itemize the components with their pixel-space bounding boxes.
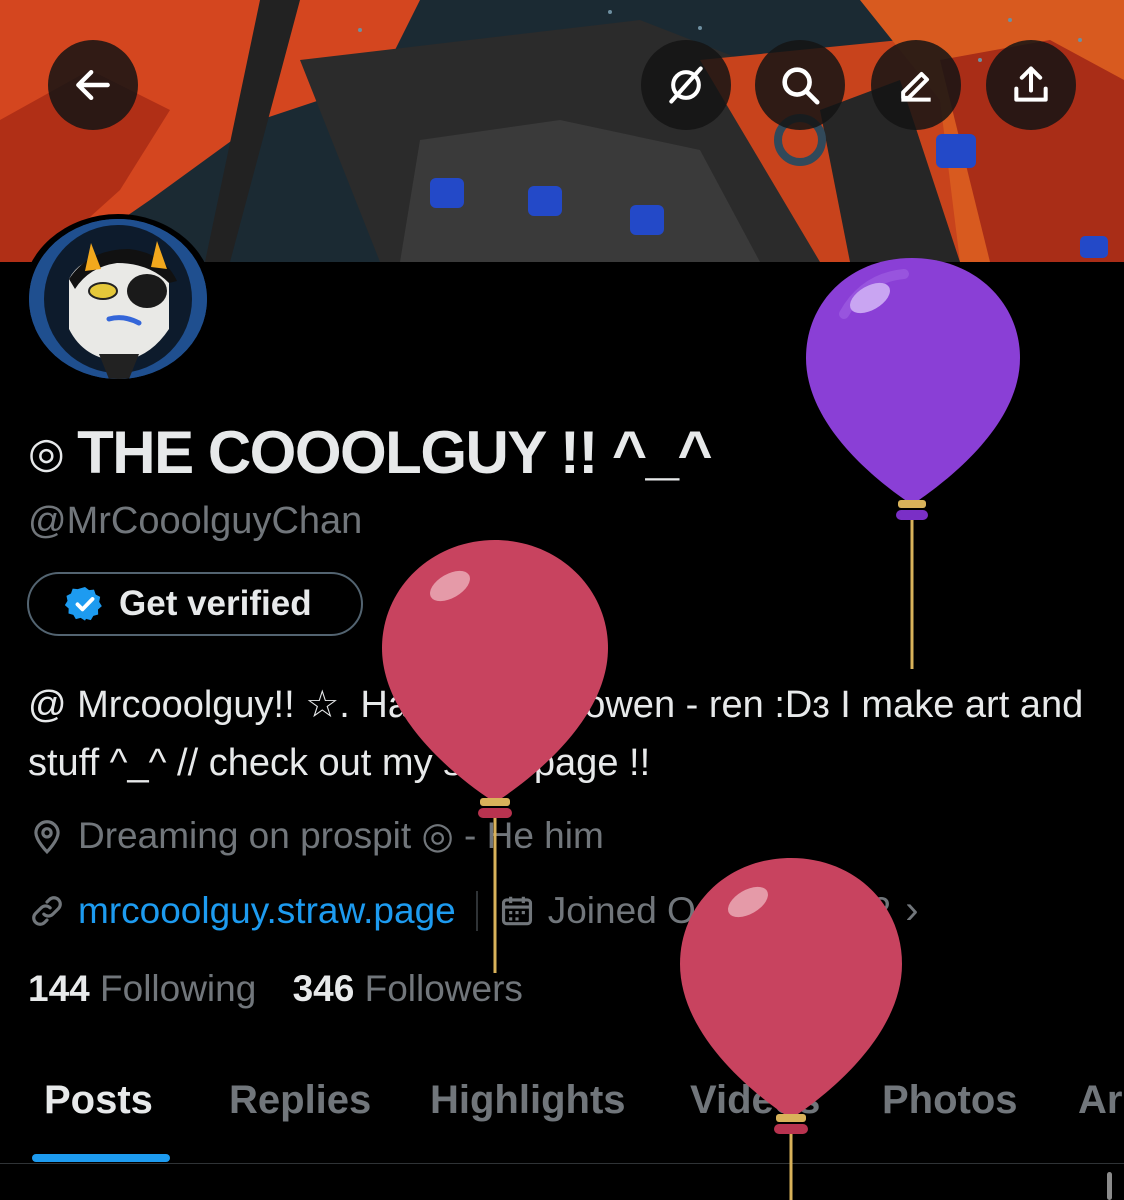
chevron-right-icon[interactable]: › bbox=[905, 888, 918, 933]
calendar-icon bbox=[498, 892, 536, 930]
tabs-divider bbox=[0, 1163, 1124, 1164]
share-icon bbox=[1014, 66, 1048, 102]
active-tab-indicator bbox=[32, 1154, 170, 1162]
follow-stats: 144 Following 346 Followers bbox=[28, 968, 523, 1010]
tab-photos[interactable]: Photos bbox=[882, 1078, 1018, 1123]
spiral-emoji: ◎ bbox=[28, 429, 65, 476]
following-count: 144 bbox=[28, 968, 90, 1009]
following-link[interactable]: 144 Following bbox=[28, 968, 256, 1009]
profile-tabs: Posts Replies Highlights Videos Photos A… bbox=[0, 1060, 1124, 1164]
edit-icon bbox=[901, 71, 931, 102]
followers-label: Followers bbox=[364, 968, 523, 1009]
display-name: ◎ THE COOOLGUY !! ^_^ bbox=[28, 418, 712, 487]
tab-replies[interactable]: Replies bbox=[229, 1078, 371, 1123]
profile-banner[interactable] bbox=[0, 0, 1124, 262]
following-label: Following bbox=[100, 968, 257, 1009]
back-arrow-icon bbox=[76, 69, 110, 101]
link-joined-row: mrcooolguy.straw.page Joined October 202… bbox=[28, 888, 919, 933]
scrollbar[interactable] bbox=[1107, 1172, 1112, 1200]
grok-icon bbox=[669, 66, 703, 104]
tab-posts[interactable]: Posts bbox=[44, 1078, 153, 1123]
tab-videos[interactable]: Videos bbox=[690, 1078, 820, 1123]
tab-articles[interactable]: Ar bbox=[1078, 1078, 1122, 1123]
profile-bio: @ Mrcooolguy!! ☆. Haii haii im Rowen - r… bbox=[28, 684, 1084, 784]
purple-balloon bbox=[806, 258, 1020, 669]
joined-date: Joined October 2022 bbox=[547, 889, 892, 931]
divider bbox=[475, 890, 478, 931]
search-icon bbox=[782, 67, 820, 105]
location-row: Dreaming on prospit ◎ - He him bbox=[28, 814, 604, 857]
display-name-text: THE COOOLGUY !! ^_^ bbox=[77, 419, 712, 486]
get-verified-label: Get verified bbox=[119, 584, 312, 623]
share-button[interactable] bbox=[986, 40, 1076, 130]
link-icon bbox=[28, 892, 66, 930]
back-button[interactable] bbox=[48, 40, 138, 130]
location-pin-icon bbox=[28, 816, 66, 856]
followers-count: 346 bbox=[292, 968, 355, 1009]
location-text: Dreaming on prospit ◎ - He him bbox=[78, 815, 604, 856]
search-button[interactable] bbox=[755, 40, 845, 130]
username: @MrCooolguyChan bbox=[28, 500, 363, 542]
get-verified-button[interactable]: Get verified bbox=[27, 572, 363, 636]
edit-button[interactable] bbox=[871, 40, 961, 130]
avatar[interactable] bbox=[22, 214, 214, 384]
verified-badge-icon bbox=[65, 587, 102, 621]
followers-link[interactable]: 346 Followers bbox=[293, 968, 523, 1009]
tab-highlights[interactable]: Highlights bbox=[430, 1078, 626, 1123]
website-link[interactable]: mrcooolguy.straw.page bbox=[78, 890, 456, 932]
grok-button[interactable] bbox=[641, 40, 731, 130]
